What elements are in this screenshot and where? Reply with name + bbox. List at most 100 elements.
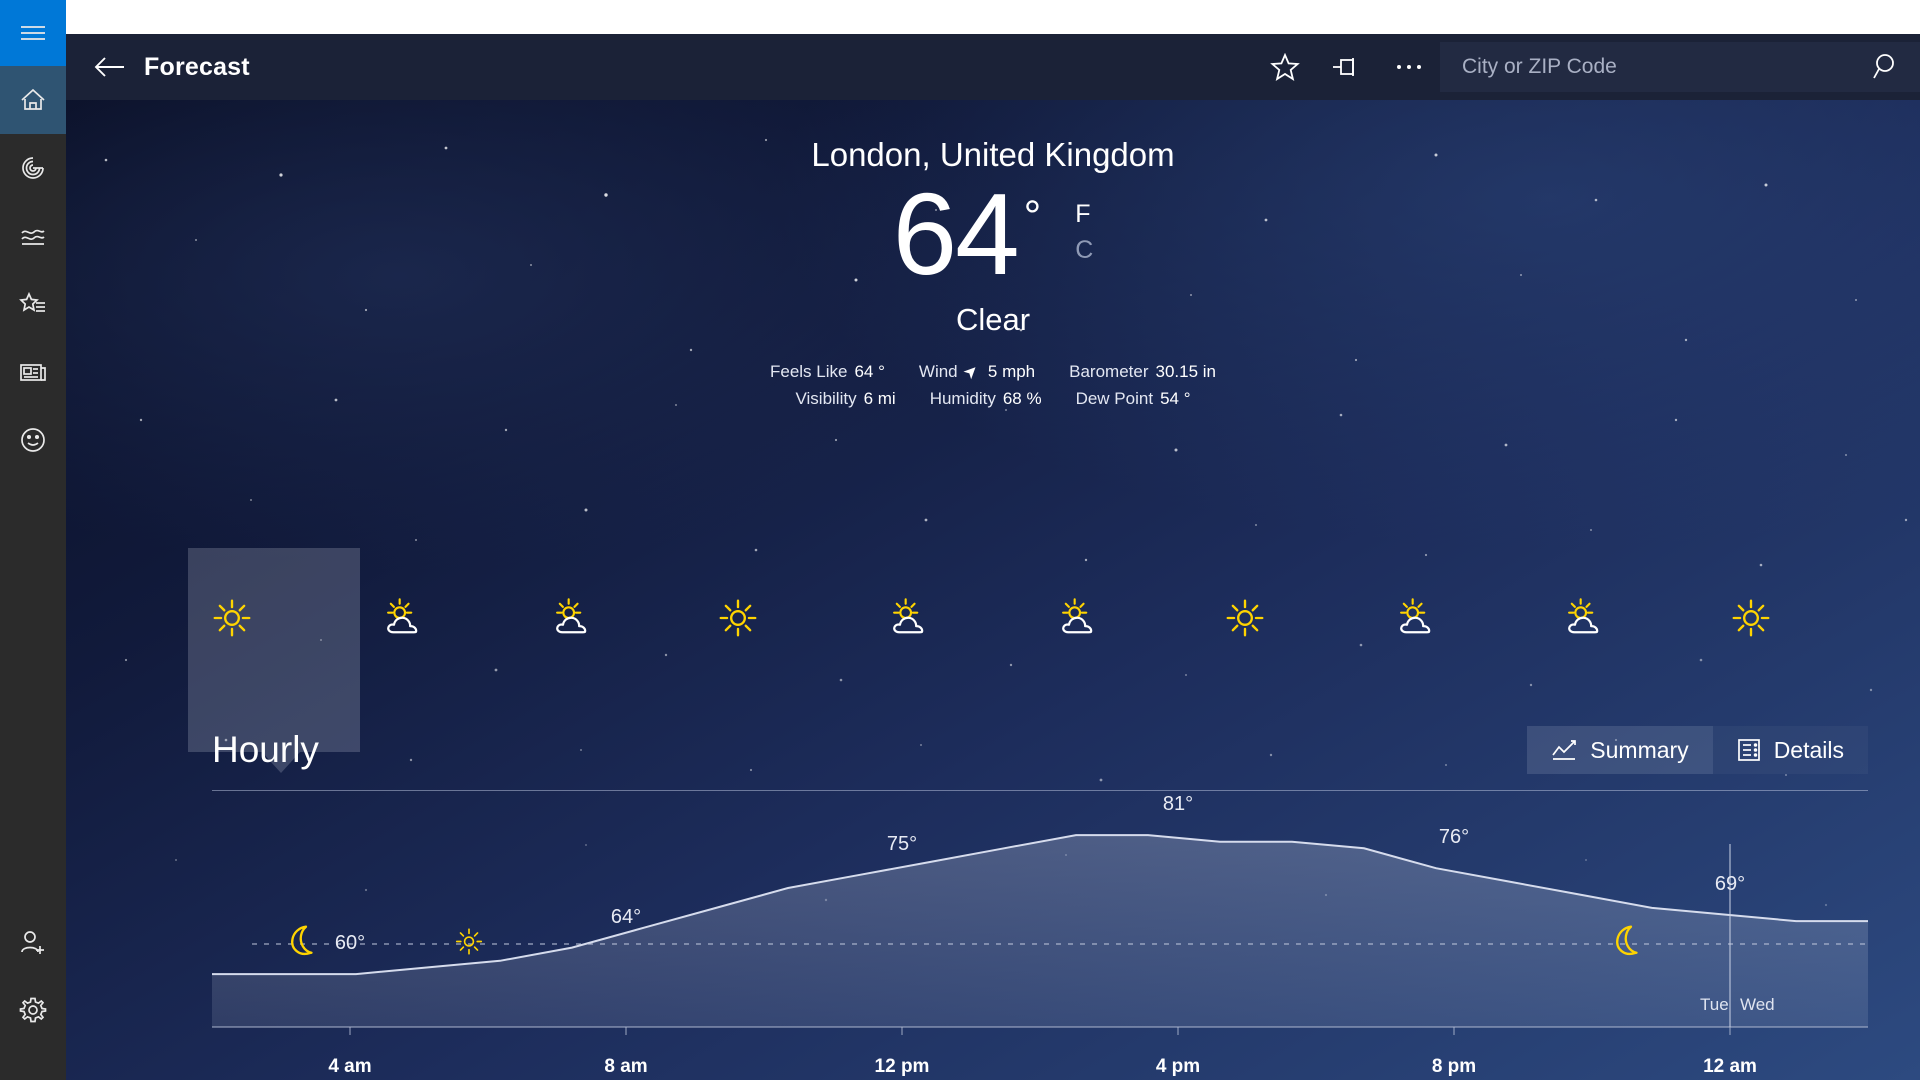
pin-button[interactable] [1316,34,1378,100]
chart-point-label: 69° [1714,872,1746,895]
current-details: Feels Like 64 ° Wind➤ 5 mph Barometer 30.15… [770,358,1216,413]
detail-value: 30.15 in [1155,361,1217,381]
sunny-icon [213,599,251,637]
forecast-day-card[interactable] [1056,554,1225,666]
partly-sunny-icon [386,598,418,634]
detail-dew-point: Dew Point 54 ° [1076,385,1191,413]
page-title: Forecast [144,52,250,81]
chart-point-label: 76° [1438,826,1470,849]
favorites-star-icon [19,291,45,312]
details-list-icon [1737,739,1760,761]
chart-x-axis-label: 8 am [604,1056,648,1077]
detail-label: Feels Like [769,361,848,381]
pin-icon [1333,58,1354,76]
forecast-day-icon [212,592,381,644]
sidebar-item-home[interactable] [0,66,66,134]
summary-chart-icon [1552,740,1577,760]
chart-point-label: 64° [610,905,642,928]
detail-value: 5 mph [987,361,1036,381]
detail-feels-like: Feels Like 64 ° [770,358,885,386]
details-row-2: Visibility 6 mi Humidity 68 % Dew Point 54 … [770,385,1216,413]
details-label: Details [1773,736,1844,763]
title-bar: Forecast [66,34,1920,100]
app-window: Forecast City or ZIP Code London, United… [66,34,1920,1080]
sunrise-marker [454,927,484,962]
hourly-temperature-chart[interactable]: 60° 64° 75° 81° 76° 69° 4 am 8 am 12 pm 4 pm 8 pm 1… [212,784,1868,1077]
partly-sunny-icon [1568,598,1599,634]
forecast-day-card[interactable] [1562,554,1731,666]
sidebar-item-send-feedback[interactable] [0,406,66,474]
add-user-icon [21,931,44,954]
selected-card-background [188,548,360,752]
favorite-button[interactable] [1254,34,1316,100]
sidebar-item-settings[interactable] [0,976,66,1044]
chart-point-label: 75° [886,832,918,855]
forecast-day-icon [1225,592,1394,644]
star-icon [1270,52,1300,81]
forecast-day-card[interactable] [381,554,550,666]
chart-x-axis-label: 4 pm [1155,1056,1201,1077]
forecast-day-icon [1562,592,1731,644]
back-arrow-icon [94,57,124,77]
forecast-day-card[interactable] [188,548,381,773]
forecast-day-card[interactable] [1394,554,1563,666]
summary-toggle-button[interactable]: Summary [1527,726,1713,774]
sidebar-item-news[interactable] [0,338,66,406]
smiley-icon [21,428,45,452]
sunset-marker [1611,923,1645,966]
navigation-rail [0,0,66,1080]
moon-icon [291,925,313,955]
chart-x-axis-label: 12 pm [874,1056,930,1077]
detail-value: 6 mi [863,389,896,409]
hamburger-menu-button[interactable] [0,0,66,66]
more-options-button[interactable] [1378,34,1440,100]
home-icon [21,88,45,110]
ellipsis-icon [1397,65,1421,69]
forecast-day-card[interactable] [1731,554,1900,666]
forecast-day-icon [1731,592,1900,644]
sun-icon [455,928,482,955]
detail-label: Wind [918,361,958,381]
chart-x-axis-label: 12 am [1703,1056,1757,1077]
detail-barometer: Barometer 30.15 in [1069,358,1216,386]
moon-icon [1615,925,1638,955]
unit-fahrenheit-button[interactable]: F [1075,196,1093,232]
forecast-day-icon [381,592,550,644]
sunny-icon [719,599,757,637]
wind-direction-arrow-icon: ➤ [958,359,983,384]
search-box [1440,42,1920,92]
sidebar-item-favorites[interactable] [0,270,66,338]
search-input[interactable] [1440,55,1854,79]
partly-sunny-icon [893,598,924,634]
current-condition-text: Clear [955,301,1031,337]
chart-point-label: 81° [1162,793,1194,816]
detail-value: 68 % [1002,389,1042,409]
gear-icon [19,997,47,1023]
forecast-day-icon [718,592,887,644]
sidebar-item-maps[interactable] [0,134,66,202]
partly-sunny-icon [1062,598,1093,634]
forecast-day-card[interactable] [1225,554,1394,666]
unit-toggle: F C [1075,196,1093,269]
forecast-day-card[interactable] [550,554,719,666]
forecast-day-icon [1394,592,1563,644]
details-toggle-button[interactable]: Details [1712,726,1868,774]
sidebar-item-add-account[interactable] [0,908,66,976]
chart-x-tick-marks [349,1027,1731,1035]
forecast-day-icon [1056,592,1225,644]
partly-sunny-icon [555,598,586,634]
forecast-day-card[interactable] [718,554,887,666]
forecast-day-card[interactable] [887,554,1056,666]
unit-celsius-button[interactable]: C [1075,232,1093,268]
forecast-day-icon [887,592,1056,644]
search-button[interactable] [1854,42,1920,92]
detail-label: Humidity [929,389,996,409]
detail-label: Barometer [1069,361,1149,381]
sidebar-item-historical-weather[interactable] [0,202,66,270]
hourly-title: Hourly [212,729,319,770]
back-button[interactable] [82,34,138,100]
detail-label: Dew Point [1075,389,1154,409]
detail-label: Visibility [795,389,857,409]
detail-wind: Wind➤ 5 mph [919,358,1035,386]
chart-x-axis-label: 8 pm [1431,1056,1477,1077]
